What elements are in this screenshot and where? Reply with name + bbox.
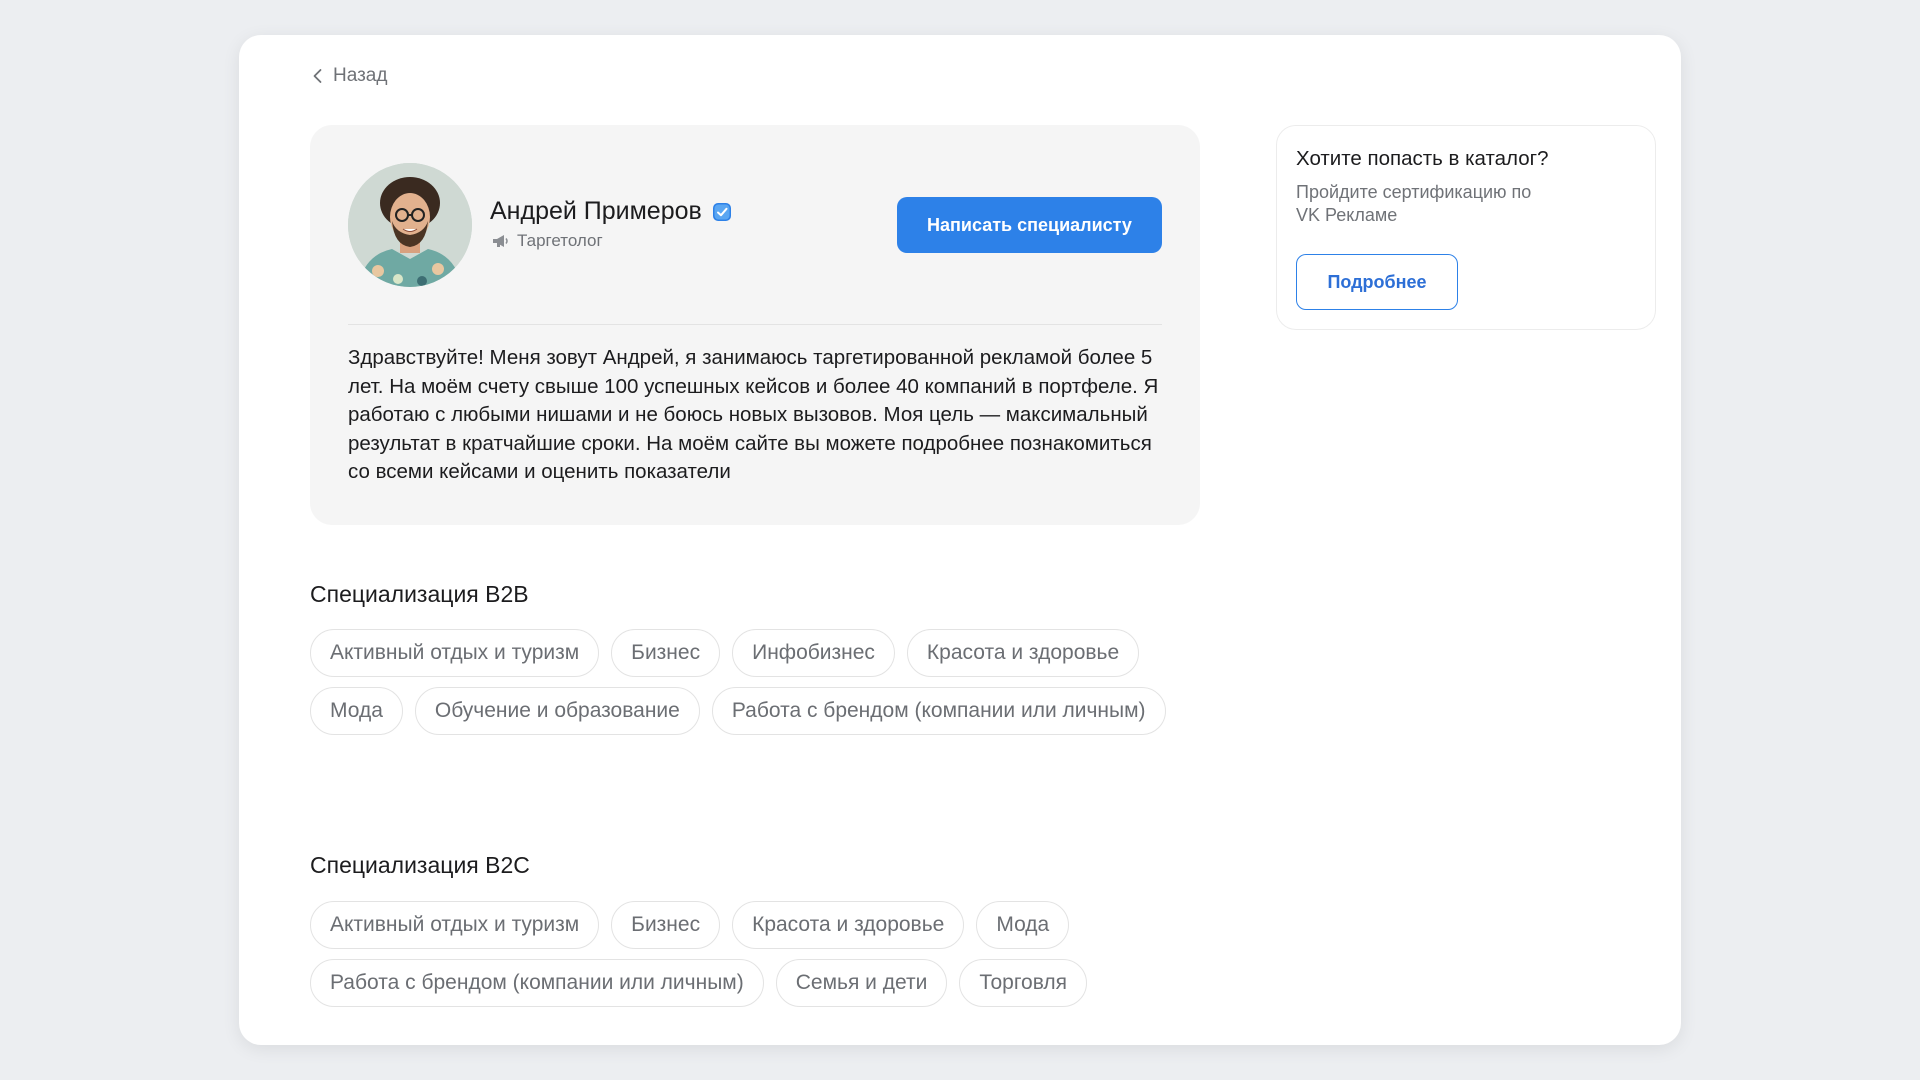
b2b-tag[interactable]: Красота и здоровье [906, 629, 1140, 677]
b2b-tag[interactable]: Мода [310, 687, 403, 735]
back-link[interactable]: Назад [311, 65, 387, 87]
specialist-bio: Здравствуйте! Меня зовут Андрей, я заним… [348, 346, 1159, 483]
b2b-section-title: Специализация B2B [310, 581, 529, 607]
main-window: Назад Андрей Примеров Таргетолог Написат… [239, 35, 1681, 1045]
b2c-tag[interactable]: Работа с брендом (компании или личным) [310, 959, 764, 1007]
name-row: Андрей Примеров [490, 197, 732, 226]
megaphone-icon [493, 235, 508, 247]
avatar [348, 163, 472, 287]
b2c-tag[interactable]: Бизнес [611, 901, 721, 949]
b2c-tag[interactable]: Мода [976, 901, 1070, 949]
specialist-role: Таргетолог [517, 231, 603, 250]
b2c-tag[interactable]: Красота и здоровье [732, 901, 965, 949]
role-row: Таргетолог [492, 231, 603, 251]
learn-more-button[interactable]: Подробнее [1296, 254, 1458, 310]
b2c-tag[interactable]: Активный отдых и туризм [310, 901, 600, 949]
avatar-photo [348, 163, 472, 287]
catalog-promo-card: Хотите попасть в каталог? Пройдите серти… [1276, 125, 1656, 330]
b2c-tag[interactable]: Торговля [959, 959, 1088, 1007]
verified-badge-icon [712, 202, 732, 222]
b2c-section-title: Специализация B2C [310, 852, 530, 878]
contact-specialist-button[interactable]: Написать специалисту [897, 197, 1162, 253]
chevron-left-icon [313, 69, 322, 83]
b2b-tag-list: Активный отдых и туризм Бизнес Инфобизне… [310, 629, 1210, 735]
catalog-promo-text: Пройдите сертификацию по VK Рекламе [1296, 182, 1532, 225]
b2c-tag-list: Активный отдых и туризм Бизнес Красота и… [310, 901, 1210, 1007]
catalog-promo-title: Хотите попасть в каталог? [1296, 147, 1549, 170]
b2b-tag[interactable]: Работа с брендом (компании или личным) [711, 687, 1166, 735]
back-label: Назад [333, 65, 388, 86]
divider [348, 324, 1162, 325]
profile-card: Андрей Примеров Таргетолог Написать спец… [310, 125, 1200, 525]
b2b-tag[interactable]: Активный отдых и туризм [310, 629, 600, 677]
b2b-tag[interactable]: Инфобизнес [732, 629, 895, 677]
b2b-tag[interactable]: Бизнес [611, 629, 721, 677]
specialist-name: Андрей Примеров [490, 197, 702, 225]
b2c-tag[interactable]: Семья и дети [775, 959, 948, 1007]
b2b-tag[interactable]: Обучение и образование [414, 687, 700, 735]
